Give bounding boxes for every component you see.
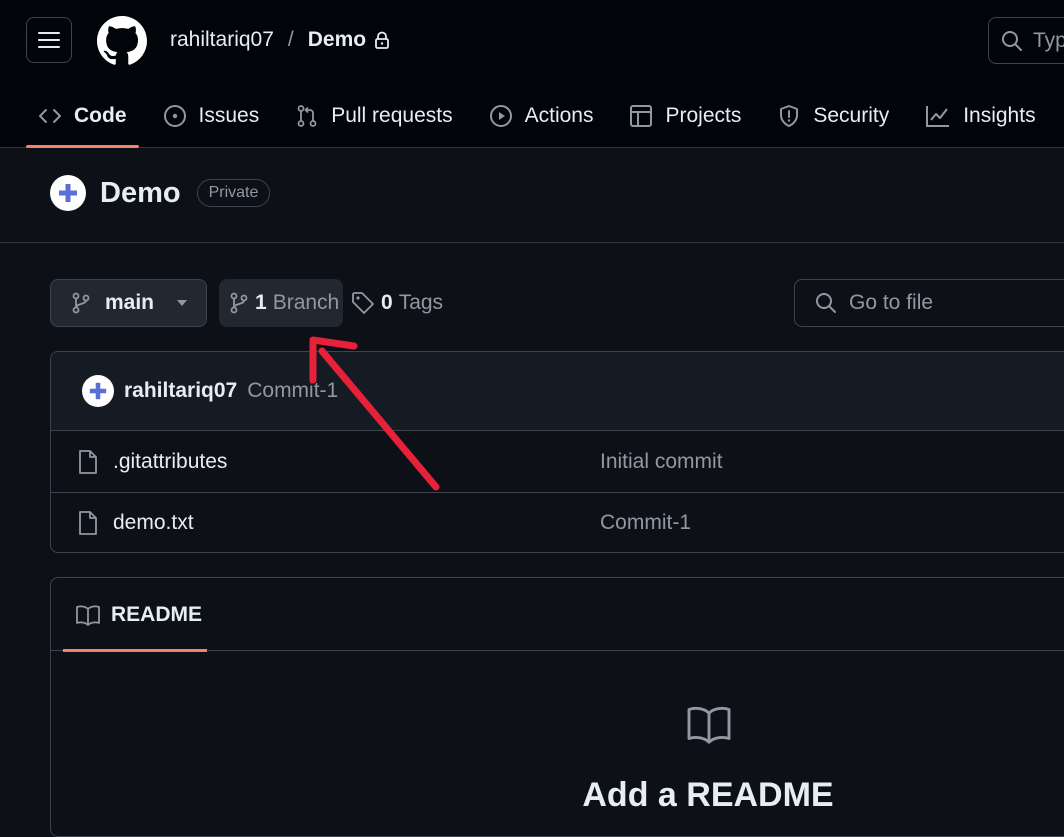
repo-nav-tabs: Code Issues Pull requests Actions Projec… [26,88,1060,148]
search-icon [1002,30,1022,51]
tab-pull-requests[interactable]: Pull requests [283,88,464,144]
tab-insights-label: Insights [963,104,1036,127]
tab-projects[interactable]: Projects [617,88,753,144]
branch-selector-button[interactable]: main [50,279,207,327]
github-logo-icon[interactable] [97,16,147,66]
book-icon [76,605,100,626]
breadcrumb: rahiltariq07 / Demo [170,28,390,52]
go-to-file-placeholder: Go to file [849,291,934,314]
play-icon [489,105,512,127]
breadcrumb-repo-link[interactable]: Demo [308,28,366,52]
commit-message-link[interactable]: Commit-1 [247,379,338,403]
tag-icon [352,292,374,314]
file-list: rahiltariq07 Commit-1 .gitattributes Ini… [50,351,1064,553]
tag-count-label: Tags [398,291,444,314]
breadcrumb-separator: / [287,28,294,51]
app-header: rahiltariq07 / Demo Type Code [0,0,1064,148]
file-icon [79,449,97,474]
issue-icon [163,105,186,127]
file-commit-message-link[interactable]: Initial commit [600,450,723,474]
tag-count: 0 [381,291,393,314]
commit-author-link[interactable]: rahiltariq07 [124,379,237,403]
readme-empty-title: Add a README [582,776,834,814]
commit-author-avatar[interactable] [82,375,114,407]
section-divider [0,242,1064,243]
repo-title-row: Demo Private [50,175,271,211]
breadcrumb-owner-link[interactable]: rahiltariq07 [170,28,274,52]
readme-panel: README Add a README [50,577,1064,837]
table-icon [630,105,653,127]
menu-button[interactable] [26,17,72,63]
readme-tab-label: README [111,602,203,626]
visibility-badge: Private [196,179,271,207]
global-search-placeholder: Type [1033,28,1064,52]
avatar-plus-icon [89,382,107,400]
go-to-file-input[interactable]: Go to file [794,279,1064,327]
tab-security[interactable]: Security [765,88,901,144]
file-icon [79,511,97,535]
tab-pull-requests-label: Pull requests [331,104,453,127]
repo-name[interactable]: Demo [100,177,181,210]
file-name-link[interactable]: demo.txt [113,511,194,535]
code-icon [39,109,61,123]
branch-icon [230,292,248,314]
chevron-down-icon [177,300,188,306]
latest-commit-row: rahiltariq07 Commit-1 [51,352,1064,431]
tab-issues-label: Issues [198,104,260,127]
owner-avatar[interactable] [50,175,86,211]
shield-icon [780,105,799,127]
readme-header: README [51,578,1064,652]
hamburger-icon [38,32,60,48]
branch-icon [72,292,90,314]
search-icon [816,293,836,313]
file-row[interactable]: .gitattributes Initial commit [51,431,1064,492]
branch-name: main [105,291,155,314]
file-name-link[interactable]: .gitattributes [113,450,227,474]
global-search-input[interactable]: Type [988,17,1064,64]
lock-icon [375,31,390,49]
tab-actions-label: Actions [524,104,594,127]
branch-count: 1 [255,291,267,314]
pull-request-icon [297,105,317,127]
branch-count-label: Branch [272,291,340,314]
file-row[interactable]: demo.txt Commit-1 [51,492,1064,552]
tags-link[interactable]: 0 Tags [351,279,443,327]
avatar-plus-icon [59,184,77,202]
tab-security-label: Security [813,104,890,127]
tab-code-label: Code [74,104,127,127]
file-commit-message-link[interactable]: Commit-1 [600,511,691,535]
readme-tab[interactable]: README [63,578,207,652]
graph-icon [926,106,950,127]
tab-actions[interactable]: Actions [477,88,606,144]
branches-link[interactable]: 1 Branch [219,279,343,327]
tab-issues[interactable]: Issues [151,88,272,144]
tab-projects-label: Projects [665,104,742,127]
tab-insights[interactable]: Insights [913,88,1047,144]
tab-code[interactable]: Code [26,88,139,148]
book-icon [687,706,731,744]
